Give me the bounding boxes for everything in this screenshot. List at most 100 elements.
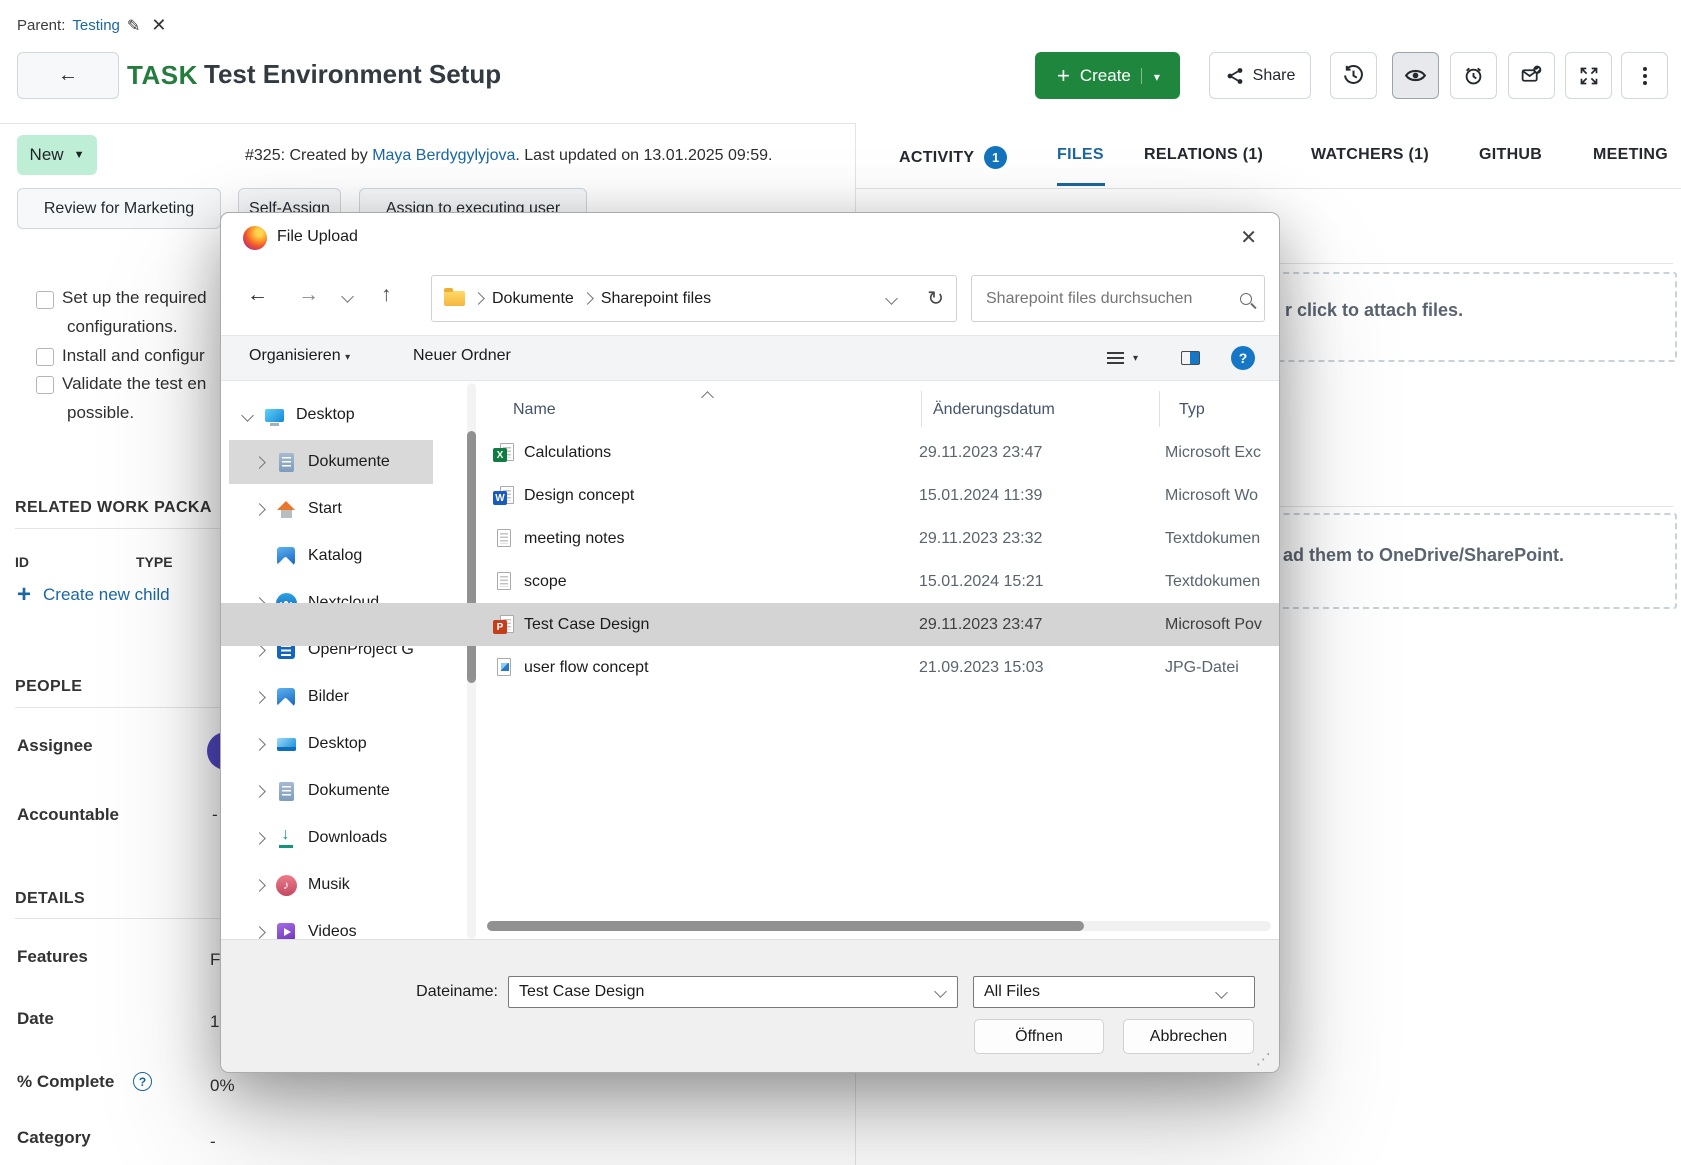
accountable-label: Accountable — [17, 805, 119, 825]
filename-input[interactable] — [508, 976, 958, 1008]
status-dropdown[interactable]: New ▼ — [17, 135, 97, 175]
column-separator[interactable] — [921, 391, 922, 427]
more-menu-button[interactable] — [1621, 52, 1668, 99]
chevron-right-icon[interactable] — [253, 832, 266, 845]
meta-prefix: #325: Created by — [245, 147, 372, 164]
breadcrumb-dokumente[interactable]: Dokumente — [492, 290, 574, 308]
column-header-name[interactable]: Name — [513, 401, 556, 419]
search-icon[interactable] — [1240, 293, 1252, 305]
view-list-icon[interactable] — [1107, 352, 1124, 364]
address-dropdown-chevron-icon[interactable] — [885, 292, 898, 305]
checklist-checkbox-2[interactable] — [36, 348, 54, 366]
share-button[interactable]: Share — [1209, 52, 1311, 99]
accountable-value[interactable]: - — [212, 805, 218, 825]
tab-relations[interactable]: RELATIONS (1) — [1144, 146, 1263, 164]
resize-grip[interactable]: ⋰ — [1256, 1050, 1271, 1068]
file-name: Test Case Design — [524, 616, 919, 634]
percent-complete-help-icon[interactable]: ? — [133, 1072, 152, 1091]
chevron-right-icon[interactable] — [253, 879, 266, 892]
review-for-marketing-button[interactable]: Review for Marketing — [17, 188, 221, 229]
dialog-titlebar[interactable]: File Upload ✕ — [221, 213, 1279, 262]
history-icon — [1342, 64, 1365, 87]
address-bar[interactable]: Dokumente Sharepoint files ↻ — [431, 275, 957, 322]
word-file-icon: W — [493, 486, 515, 505]
tree-item-dokumente-2[interactable]: Dokumente — [229, 769, 433, 813]
fullscreen-button[interactable] — [1565, 52, 1612, 99]
related-col-type[interactable]: TYPE — [136, 554, 173, 570]
file-date: 29.11.2023 23:47 — [919, 616, 1165, 634]
create-button[interactable]: + Create ▾ — [1035, 52, 1180, 99]
cancel-button[interactable]: Abbrechen — [1123, 1019, 1254, 1054]
view-options-caret-icon[interactable]: ▾ — [1133, 353, 1138, 364]
list-scrollbar-track[interactable] — [487, 921, 1271, 931]
people-heading: PEOPLE — [15, 678, 82, 696]
file-row-scope[interactable]: scope 15.01.2024 15:21 Textdokumen — [221, 560, 1279, 603]
nav-recent-chevron-icon[interactable] — [341, 290, 354, 303]
nav-back-icon[interactable]: ← — [247, 283, 268, 307]
author-link[interactable]: Maya Berdygylyjova — [372, 147, 515, 164]
preview-pane-icon[interactable] — [1181, 351, 1200, 365]
back-button[interactable]: ← — [17, 52, 119, 99]
search-input[interactable] — [984, 289, 1240, 309]
file-row-user-flow-concept[interactable]: user flow concept 21.09.2023 15:03 JPG-D… — [221, 646, 1279, 689]
list-scrollbar-thumb[interactable] — [487, 921, 1084, 931]
file-row-design-concept[interactable]: W Design concept 15.01.2024 11:39 Micros… — [221, 474, 1279, 517]
file-row-calculations[interactable]: X Calculations 29.11.2023 23:47 Microsof… — [221, 431, 1279, 474]
column-header-type[interactable]: Typ — [1179, 401, 1205, 419]
filetype-select[interactable]: All Files — [973, 976, 1255, 1008]
attach-hint-text: r click to attach files. — [1285, 300, 1463, 321]
file-row-meeting-notes[interactable]: meeting notes 29.11.2023 23:32 Textdokum… — [221, 517, 1279, 560]
dialog-toolbar: Organisieren ▾ Neuer Ordner ▾ ? — [221, 335, 1279, 381]
notify-button[interactable] — [1508, 52, 1555, 99]
features-value[interactable]: F — [210, 950, 220, 970]
checklist-item-2-line-1: Install and configur — [62, 346, 205, 366]
checklist-item-3-line-2: possible. — [67, 403, 134, 423]
plus-icon: + — [17, 585, 31, 605]
date-value[interactable]: 1 — [210, 1012, 219, 1032]
category-value[interactable]: - — [210, 1132, 216, 1152]
filetype-chevron-icon — [1215, 986, 1228, 999]
chevron-right-icon[interactable] — [253, 785, 266, 798]
help-icon[interactable]: ? — [1231, 346, 1255, 370]
checklist-item-3-line-1: Validate the test en — [62, 374, 206, 394]
file-row-test-case-design[interactable]: P Test Case Design 29.11.2023 23:47 Micr… — [221, 603, 1279, 646]
create-caret-icon[interactable]: ▾ — [1141, 68, 1174, 84]
parent-link[interactable]: Testing — [72, 17, 120, 34]
chevron-right-icon[interactable] — [253, 691, 266, 704]
checklist-checkbox-3[interactable] — [36, 376, 54, 394]
dialog-close-icon[interactable]: ✕ — [1240, 225, 1257, 250]
chevron-down-icon[interactable] — [241, 409, 254, 422]
organize-menu[interactable]: Organisieren ▾ — [249, 347, 350, 365]
tab-watchers[interactable]: WATCHERS (1) — [1311, 146, 1429, 164]
chevron-right-icon[interactable] — [253, 926, 266, 939]
column-separator[interactable] — [1159, 391, 1160, 427]
tab-meeting[interactable]: MEETING — [1593, 146, 1668, 164]
desktop-monitor-icon — [262, 404, 286, 426]
nav-up-icon[interactable]: ↑ — [381, 283, 392, 307]
edit-parent-icon[interactable]: ✎ — [127, 16, 140, 36]
tab-files[interactable]: FILES — [1057, 146, 1104, 164]
activity-history-button[interactable] — [1330, 52, 1377, 99]
checklist-checkbox-1[interactable] — [36, 291, 54, 309]
breadcrumb-sharepoint-files[interactable]: Sharepoint files — [601, 290, 711, 308]
tree-item-downloads[interactable]: Downloads — [229, 816, 433, 860]
tree-item-musik[interactable]: ♪Musik — [229, 863, 433, 907]
file-date: 29.11.2023 23:32 — [919, 530, 1165, 548]
new-folder-button[interactable]: Neuer Ordner — [413, 347, 511, 365]
file-type: Microsoft Pov — [1165, 616, 1262, 634]
create-new-child-link[interactable]: + Create new child — [17, 585, 170, 605]
percent-complete-value[interactable]: 0% — [210, 1076, 235, 1096]
reminder-button[interactable] — [1450, 52, 1497, 99]
related-col-id[interactable]: ID — [15, 554, 29, 570]
open-button[interactable]: Öffnen — [974, 1019, 1104, 1054]
tab-activity[interactable]: ACTIVITY 1 — [899, 146, 1007, 169]
tab-github[interactable]: GITHUB — [1479, 146, 1542, 164]
column-header-date[interactable]: Änderungsdatum — [933, 401, 1055, 419]
nav-forward-icon[interactable]: → — [298, 283, 319, 307]
refresh-icon[interactable]: ↻ — [927, 286, 944, 311]
tab-label: ACTIVITY — [899, 149, 974, 167]
remove-parent-icon[interactable]: ✕ — [151, 15, 166, 36]
watch-button[interactable] — [1392, 52, 1439, 99]
chevron-right-icon[interactable] — [253, 738, 266, 751]
tree-item-desktop-folder[interactable]: Desktop — [229, 722, 433, 766]
